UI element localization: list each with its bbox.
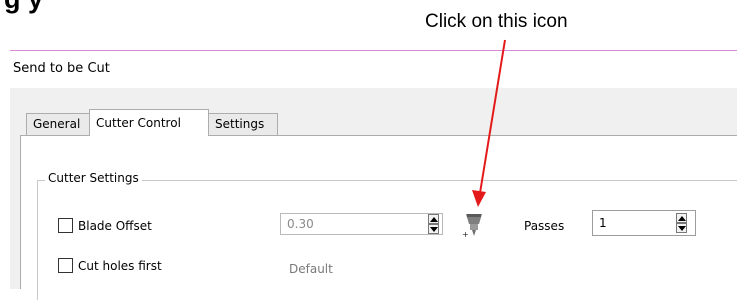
cut-holes-first-label: Cut holes first [78, 259, 162, 273]
default-text: Default [289, 262, 333, 276]
cutter-settings-legend: Cutter Settings [45, 171, 142, 185]
blade-offset-decrement-button[interactable] [428, 224, 439, 234]
passes-increment-button[interactable] [676, 213, 687, 223]
arrow-up-icon [430, 217, 438, 222]
blade-offset-increment-button[interactable] [428, 214, 439, 224]
blade-offset-input[interactable]: 0.30 [280, 213, 443, 235]
tab-settings-label: Settings [215, 117, 265, 131]
cutter-settings-group [37, 180, 737, 300]
callout-text: Click on this icon [425, 11, 568, 32]
passes-spinner[interactable] [676, 213, 687, 233]
window-top-border [10, 50, 737, 51]
tab-settings[interactable]: Settings [208, 113, 278, 135]
page-heading-fragment: g y [4, 0, 43, 15]
blade-offset-checkbox[interactable] [58, 218, 73, 233]
tab-general[interactable]: General [26, 113, 90, 135]
blade-offset-calibration-icon[interactable]: + [461, 212, 485, 240]
blade-offset-spinner[interactable] [428, 214, 439, 234]
blade-offset-label: Blade Offset [78, 219, 152, 233]
dialog-title: Send to be Cut [13, 61, 110, 76]
tab-general-label: General [33, 117, 81, 131]
tab-cutter-control[interactable]: Cutter Control [89, 109, 209, 136]
arrow-down-icon [430, 227, 438, 232]
arrow-up-icon [678, 216, 686, 221]
cut-holes-first-checkbox[interactable] [58, 258, 73, 273]
tab-cutter-control-label: Cutter Control [96, 116, 181, 130]
passes-label: Passes [524, 219, 565, 233]
arrow-down-icon [678, 226, 686, 231]
svg-text:+: + [462, 230, 469, 239]
passes-decrement-button[interactable] [676, 223, 687, 233]
